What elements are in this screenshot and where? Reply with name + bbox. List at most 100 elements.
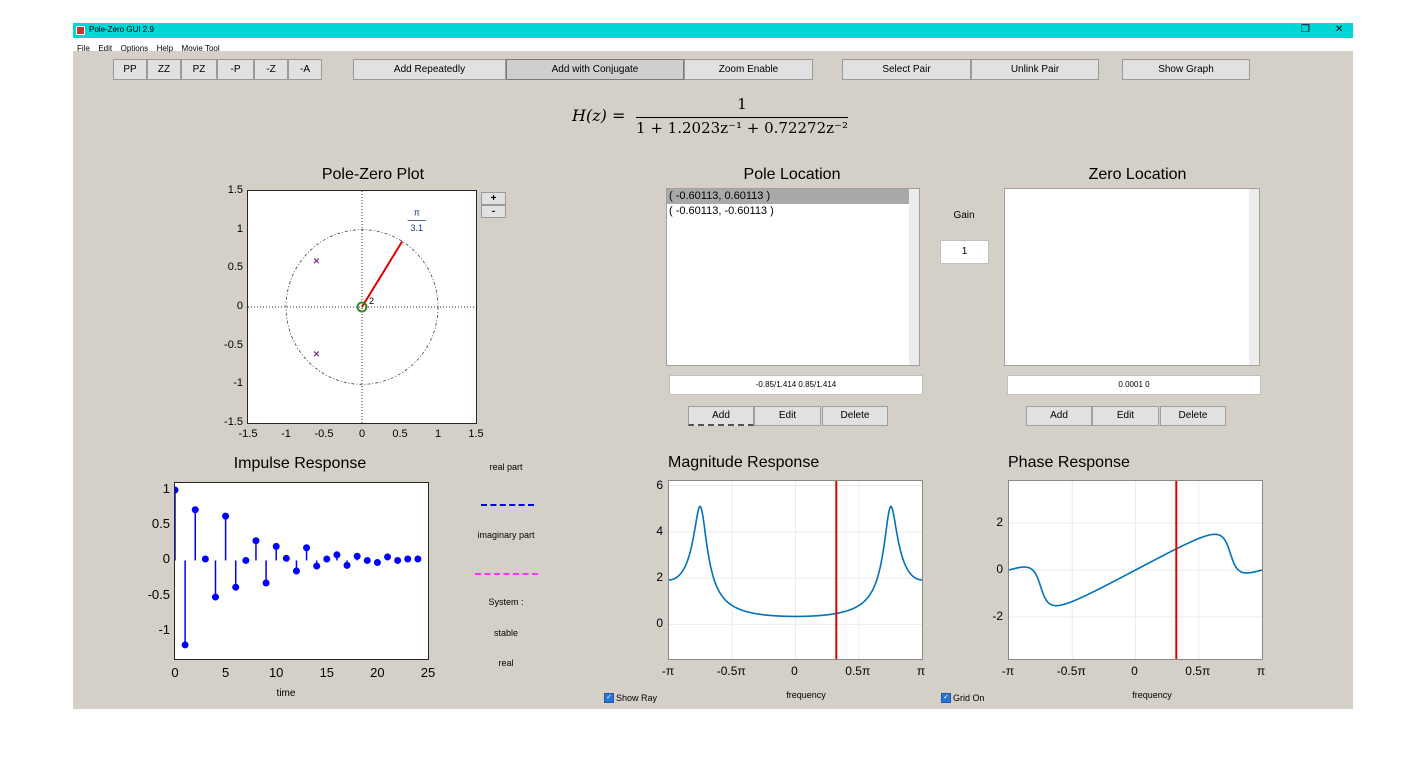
remove-all-button[interactable]: -A — [288, 59, 322, 80]
magnitude-x-tick: π — [916, 664, 926, 678]
window-title: Pole-Zero GUI 2.9 — [89, 25, 154, 34]
add-repeatedly-button[interactable]: Add Repeatedly — [353, 59, 506, 80]
pole-add-button[interactable]: Add — [688, 406, 754, 426]
pz-x-tick: -1 — [281, 428, 291, 440]
checkbox-checked-icon[interactable]: ✓ — [604, 693, 614, 703]
impulse-point — [282, 554, 290, 562]
impulse-point — [343, 561, 351, 569]
close-icon[interactable]: ✕ — [1335, 24, 1343, 35]
pz-x-tick: 0 — [358, 428, 366, 440]
pz-x-tick: -0.5 — [314, 428, 334, 440]
remove-pole-button[interactable]: -P — [217, 59, 254, 80]
pp-button[interactable]: PP — [113, 59, 147, 80]
magnitude-axes — [668, 480, 923, 660]
pole-edit-button[interactable]: Edit — [754, 406, 821, 426]
pole-list-scrollbar[interactable] — [909, 189, 919, 365]
checkbox-checked-icon[interactable]: ✓ — [941, 693, 951, 703]
zero-delete-button[interactable]: Delete — [1160, 406, 1226, 426]
zero-input[interactable]: 0.0001 0 — [1007, 375, 1261, 395]
magnitude-x-tick: 0 — [791, 664, 798, 678]
magnitude-y-tick: 2 — [656, 570, 663, 585]
impulse-point — [292, 567, 300, 575]
pz-y-tick: -1 — [233, 377, 243, 390]
menu-options[interactable]: Options — [121, 44, 149, 53]
menu-help[interactable]: Help — [157, 44, 173, 53]
magnitude-x-tick: -π — [661, 664, 675, 678]
pz-y-tick: 1.5 — [227, 184, 243, 196]
pz-x-tick: 0.5 — [392, 428, 408, 440]
impulse-point — [384, 553, 392, 561]
impulse-point — [323, 555, 331, 563]
phase-xlabel: frequency — [1132, 690, 1172, 700]
select-pair-button[interactable]: Select Pair — [842, 59, 971, 80]
impulse-y-tick: 1 — [162, 481, 170, 497]
magnitude-x-tick: 0.5π — [845, 664, 871, 678]
impulse-point — [242, 556, 250, 564]
add-with-conjugate-button[interactable]: Add with Conjugate — [506, 59, 684, 80]
fraction-bar — [636, 117, 848, 118]
impulse-x-tick: 10 — [268, 665, 284, 680]
grid-on-label: Grid On — [953, 693, 985, 703]
magnitude-x-tick: -0.5π — [716, 664, 746, 678]
impulse-point — [252, 537, 260, 545]
pz-y-tick: -1.5 — [224, 416, 243, 428]
imaginary-part-line — [475, 573, 538, 575]
pole-location-title: Pole Location — [743, 166, 841, 183]
pole-zero-canvas: × × 2 π 3.1 — [248, 191, 476, 423]
gain-input[interactable]: 1 — [940, 240, 989, 264]
zero-list[interactable] — [1004, 188, 1260, 366]
remove-zero-button[interactable]: -Z — [254, 59, 288, 80]
show-ray-checkbox[interactable]: ✓ Show Ray — [604, 693, 657, 703]
pole-delete-button[interactable]: Delete — [822, 406, 888, 426]
impulse-canvas — [175, 486, 422, 649]
zoom-out-button[interactable]: - — [481, 205, 506, 218]
phase-x-tick: π — [1256, 664, 1266, 678]
magnitude-canvas — [669, 481, 922, 659]
impulse-x-tick: 15 — [319, 665, 335, 680]
zoom-enable-button[interactable]: Zoom Enable — [684, 59, 813, 80]
gain-label: Gain — [953, 210, 975, 221]
impulse-point — [175, 486, 179, 494]
pole-marker: × — [313, 348, 319, 360]
impulse-point — [272, 542, 280, 550]
impulse-point — [404, 555, 412, 563]
pole-marker: × — [313, 256, 319, 268]
phase-x-tick: 0 — [1131, 664, 1138, 678]
impulse-point — [222, 512, 230, 520]
impulse-axes — [174, 482, 429, 660]
menu-movie-tool[interactable]: Movie Tool — [182, 44, 220, 53]
magnitude-y-tick: 0 — [656, 616, 663, 631]
pole-list-item[interactable]: ( -0.60113, -0.60113 ) — [667, 204, 919, 219]
pole-list-item[interactable]: ( -0.60113, 0.60113 ) — [667, 189, 919, 204]
app-icon — [76, 26, 85, 35]
zero-multiplicity: 2 — [369, 296, 374, 306]
pz-x-tick: -1.5 — [238, 428, 258, 440]
tf-lhs: H(z) = — [572, 106, 626, 125]
zero-edit-button[interactable]: Edit — [1092, 406, 1159, 426]
pole-zero-axes[interactable]: × × 2 π 3.1 — [247, 190, 477, 424]
menu-edit[interactable]: Edit — [98, 44, 112, 53]
impulse-point — [414, 555, 422, 563]
magnitude-xlabel: frequency — [786, 690, 826, 700]
impulse-y-tick: -0.5 — [147, 586, 170, 602]
menu-file[interactable]: File — [77, 44, 90, 53]
impulse-point — [232, 583, 240, 591]
impulse-point — [211, 593, 219, 601]
impulse-point — [394, 556, 402, 564]
grid-on-checkbox[interactable]: ✓ Grid On — [941, 693, 985, 703]
show-graph-button[interactable]: Show Graph — [1122, 59, 1250, 80]
unlink-pair-button[interactable]: Unlink Pair — [971, 59, 1099, 80]
impulse-y-tick: 0 — [162, 551, 170, 567]
restore-icon[interactable]: ❐ — [1301, 24, 1310, 35]
show-ray-label: Show Ray — [616, 693, 658, 703]
zero-add-button[interactable]: Add — [1026, 406, 1092, 426]
zz-button[interactable]: ZZ — [147, 59, 181, 80]
phase-x-tick: -π — [1001, 664, 1015, 678]
impulse-y-tick: -1 — [158, 621, 170, 637]
pz-y-tick: 1 — [236, 222, 243, 235]
pole-list[interactable]: ( -0.60113, 0.60113 ) ( -0.60113, -0.601… — [666, 188, 920, 366]
zero-list-scrollbar[interactable] — [1249, 189, 1259, 365]
zoom-in-button[interactable]: + — [481, 192, 506, 205]
pole-input[interactable]: -0.85/1.414 0.85/1.414 — [669, 375, 923, 395]
pz-button[interactable]: PZ — [181, 59, 217, 80]
